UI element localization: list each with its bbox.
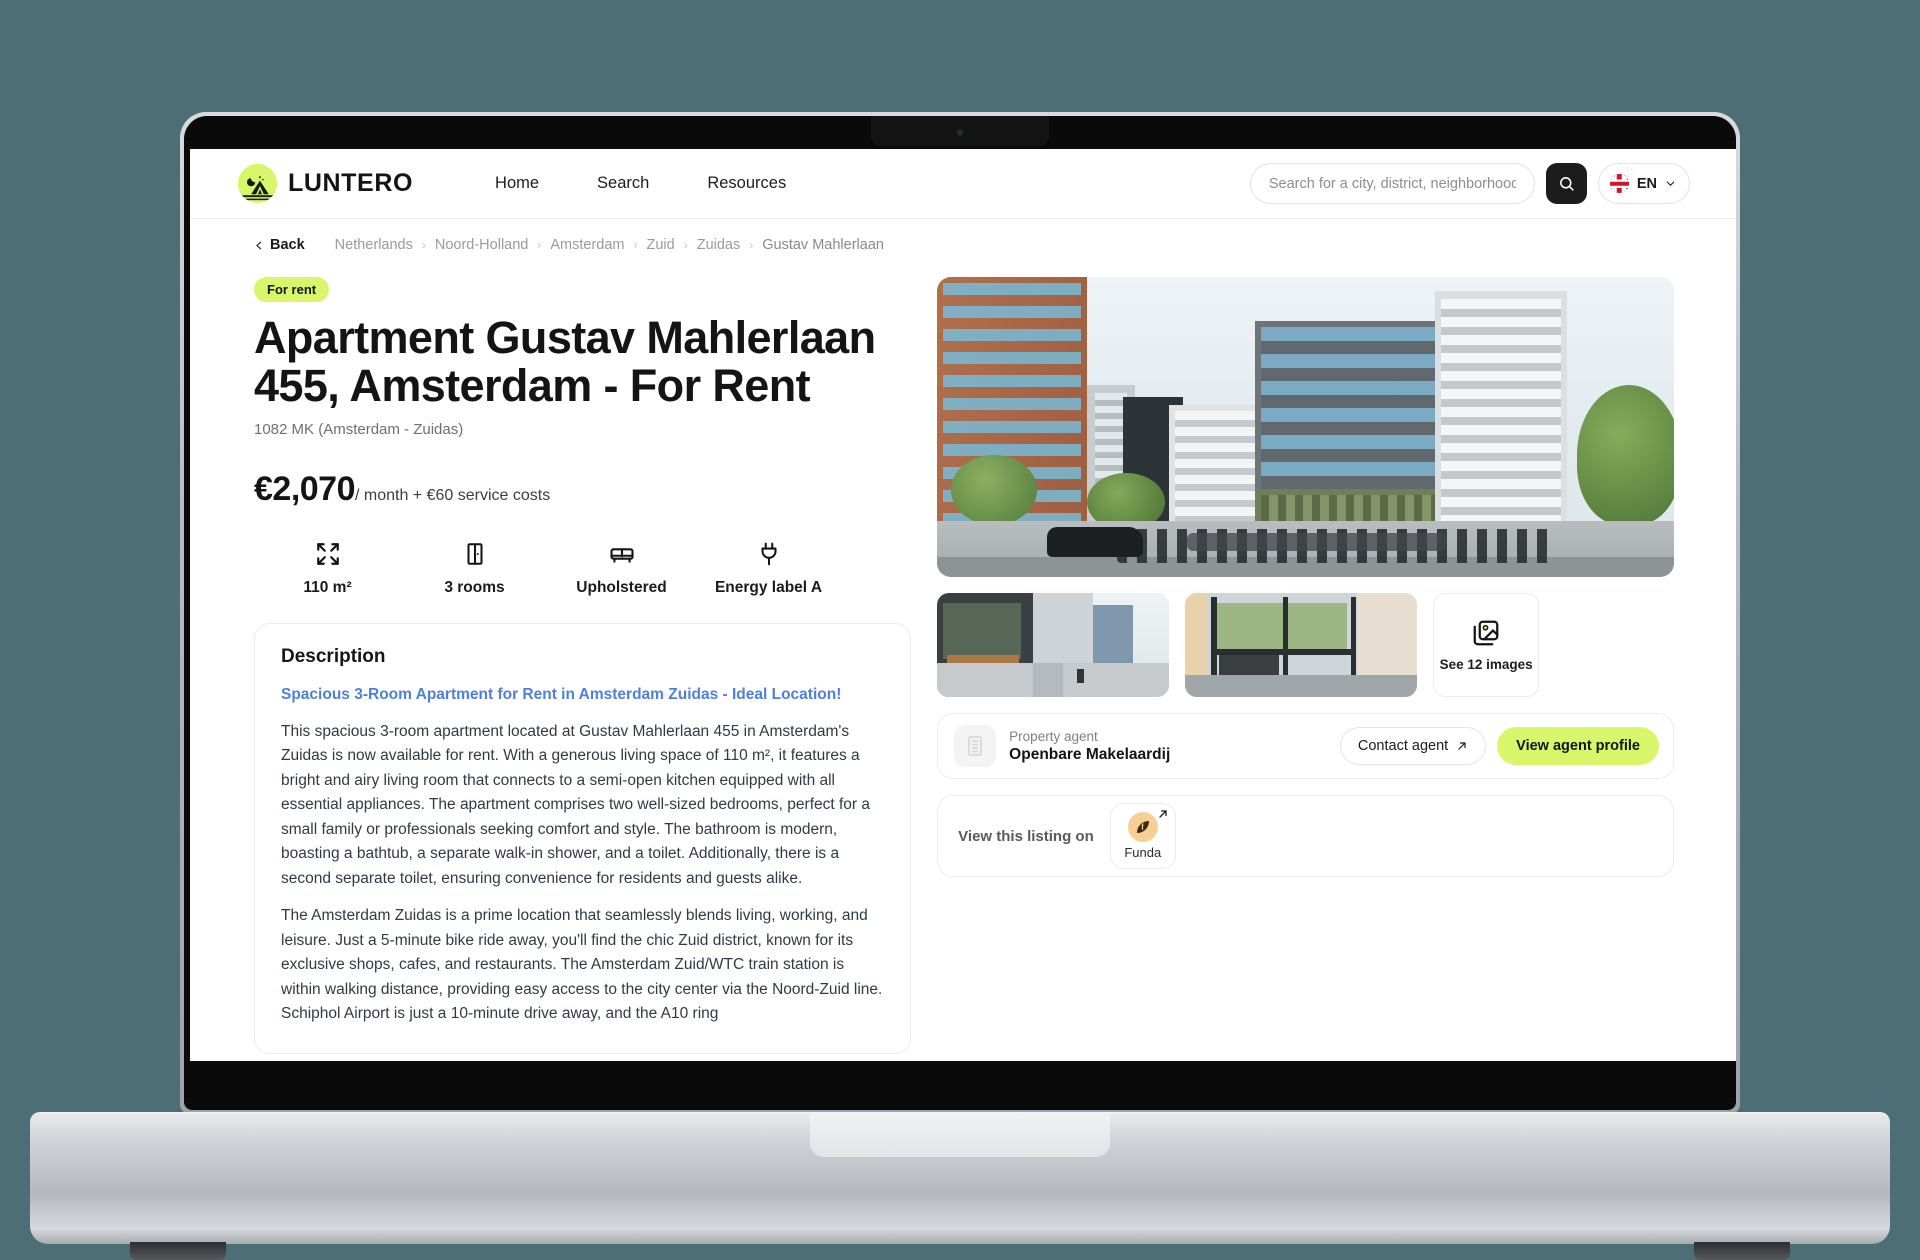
tent-moon-logo-icon <box>238 164 277 203</box>
browser-viewport: LUNTERO Home Search Resources Search for… <box>190 149 1736 1061</box>
agent-actions: Contact agent View agent profile <box>1339 727 1659 765</box>
listing-details-column: For rent Apartment Gustav Mahlerlaan 455… <box>254 277 912 1054</box>
search-button[interactable] <box>1545 163 1587 204</box>
screen-notch <box>871 116 1049 146</box>
price-row: €2,070 / month + €60 service costs <box>254 470 911 509</box>
laptop-foot-right <box>1694 1242 1790 1260</box>
contact-agent-label: Contact agent <box>1357 738 1449 754</box>
laptop-screen-bezel: LUNTERO Home Search Resources Search for… <box>184 116 1736 1110</box>
language-label: EN <box>1636 175 1657 192</box>
feature-list: 110 m² 3 rooms Upholstered Energy label … <box>254 539 911 597</box>
back-label: Back <box>270 237 305 253</box>
breadcrumb-item-amsterdam[interactable]: Amsterdam <box>550 237 624 253</box>
feature-furnishing: Upholstered <box>548 539 695 597</box>
expand-arrows-icon <box>316 543 339 566</box>
search-field-wrapper[interactable] <box>1249 163 1535 204</box>
language-selector[interactable]: EN <box>1597 163 1690 204</box>
breadcrumb-separator: › <box>537 238 542 252</box>
feature-energy-label: Energy label A <box>695 539 842 597</box>
agent-role: Property agent <box>1009 728 1098 744</box>
laptop-base-notch <box>810 1113 1110 1157</box>
webcam-icon <box>956 129 964 136</box>
main-content: For rent Apartment Gustav Mahlerlaan 455… <box>190 271 1736 1054</box>
laptop-mockup: LUNTERO Home Search Resources Search for… <box>30 112 1890 1260</box>
feature-label: 3 rooms <box>444 579 505 597</box>
breadcrumb: Back Netherlands › Noord-Holland › Amste… <box>190 219 1736 271</box>
external-listing-card: View this listing on f Funda <box>937 795 1674 877</box>
breadcrumb-item-netherlands[interactable]: Netherlands <box>335 237 413 253</box>
breadcrumb-separator: › <box>683 238 688 252</box>
agent-card: Property agent Openbare Makelaardij Cont… <box>937 713 1674 779</box>
see-more-images-label: See 12 images <box>1439 657 1533 672</box>
arrow-up-right-icon <box>1458 742 1466 750</box>
page-title: Apartment Gustav Mahlerlaan 455, Amsterd… <box>254 312 876 411</box>
feature-rooms: 3 rooms <box>401 539 548 597</box>
power-plug-icon <box>760 543 777 566</box>
arrow-up-right-icon <box>1159 810 1167 818</box>
nav-item-search[interactable]: Search <box>597 174 649 193</box>
building-icon <box>968 736 983 756</box>
feature-label: 110 m² <box>303 579 352 597</box>
listing-subtitle: 1082 MK (Amsterdam - Zuidas) <box>254 421 464 439</box>
back-button[interactable]: Back <box>254 237 305 253</box>
breadcrumb-item-noord-holland[interactable]: Noord-Holland <box>435 237 529 253</box>
feature-label: Upholstered <box>576 579 667 597</box>
nav-item-home[interactable]: Home <box>495 174 539 193</box>
svg-text:f: f <box>1141 823 1144 832</box>
breadcrumb-item-zuid[interactable]: Zuid <box>647 237 675 253</box>
site-header: LUNTERO Home Search Resources Search for… <box>190 149 1736 219</box>
images-icon <box>1473 620 1499 646</box>
feature-surface-area: 110 m² <box>254 539 401 597</box>
uk-flag-icon <box>1609 174 1629 193</box>
brand-name: LUNTERO <box>288 169 414 197</box>
chevron-left-icon <box>256 241 262 249</box>
see-more-images-button[interactable]: See 12 images <box>1433 593 1540 697</box>
funda-logo-icon: f <box>1127 812 1158 842</box>
funda-link-button[interactable]: f Funda <box>1109 803 1176 869</box>
status-badge: For rent <box>254 277 330 302</box>
view-agent-profile-button[interactable]: View agent profile <box>1497 727 1659 765</box>
agent-name: Openbare Makelaardij <box>1009 745 1171 763</box>
contact-agent-button[interactable]: Contact agent <box>1339 727 1487 765</box>
hero-image[interactable] <box>937 277 1674 577</box>
description-paragraph-2: The Amsterdam Zuidas is a prime location… <box>281 907 883 1023</box>
laptop-foot-left <box>130 1242 226 1260</box>
breadcrumb-separator: › <box>749 238 754 252</box>
description-paragraph-1: This spacious 3-room apartment located a… <box>281 722 870 887</box>
thumbnail-2[interactable] <box>1185 593 1418 697</box>
listing-price: €2,070 <box>254 470 356 509</box>
description-card: Description Spacious 3-Room Apartment fo… <box>254 623 912 1054</box>
breadcrumb-item-zuidas[interactable]: Zuidas <box>697 237 741 253</box>
breadcrumb-separator: › <box>633 238 638 252</box>
nav-item-resources[interactable]: Resources <box>707 174 786 193</box>
agent-info: Property agent Openbare Makelaardij <box>1009 729 1170 764</box>
breadcrumb-item-gustav-mahlerlaan: Gustav Mahlerlaan <box>762 237 884 253</box>
external-listing-label: View this listing on <box>958 827 1094 845</box>
chevron-down-icon <box>1666 181 1675 187</box>
feature-label: Energy label A <box>714 579 823 597</box>
laptop-lid: LUNTERO Home Search Resources Search for… <box>180 112 1740 1114</box>
thumbnail-row: See 12 images <box>937 593 1674 697</box>
header-actions: EN <box>1249 163 1690 204</box>
thumbnail-1[interactable] <box>937 593 1170 697</box>
gallery-column: See 12 images Property agent Openbare Ma… <box>937 277 1674 1054</box>
search-input[interactable] <box>1268 175 1516 192</box>
breadcrumb-separator: › <box>421 238 426 252</box>
avatar <box>954 725 997 767</box>
main-nav: Home Search Resources <box>495 174 786 193</box>
brand-logo[interactable]: LUNTERO <box>238 164 413 203</box>
search-icon <box>1559 177 1574 191</box>
description-heading: Description <box>281 646 386 668</box>
door-icon <box>466 543 483 566</box>
description-lead: Spacious 3-Room Apartment for Rent in Am… <box>281 686 842 704</box>
listing-page: LUNTERO Home Search Resources Search for… <box>190 149 1736 1054</box>
laptop-base <box>30 1112 1890 1260</box>
listing-price-unit: / month + €60 service costs <box>355 487 551 505</box>
sofa-icon <box>609 548 634 564</box>
funda-name: Funda <box>1124 845 1162 860</box>
